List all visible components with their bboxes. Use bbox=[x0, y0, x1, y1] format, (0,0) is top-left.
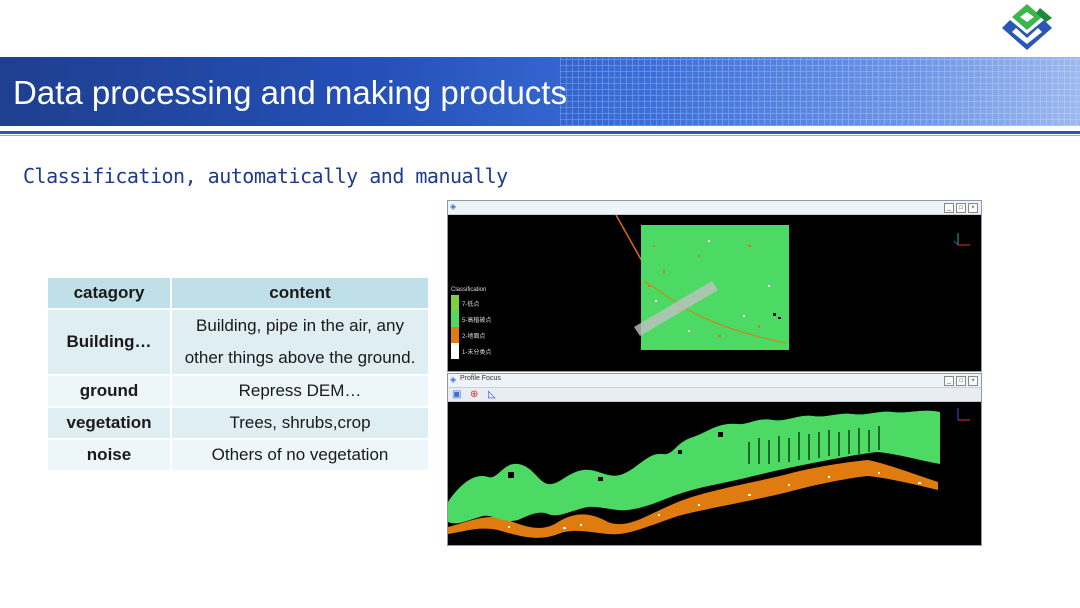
table-header-row: catagory content bbox=[48, 278, 428, 308]
cell-content: Repress DEM… bbox=[172, 376, 428, 406]
table-row: Building… Building, pipe in the air, any… bbox=[48, 310, 428, 374]
app-icon: ◈ bbox=[450, 375, 457, 384]
legend-swatch bbox=[451, 311, 459, 327]
close-button[interactable]: × bbox=[968, 376, 978, 386]
table-row: vegetation Trees, shrubs,crop bbox=[48, 408, 428, 438]
close-button[interactable]: × bbox=[968, 203, 978, 213]
plan-view-canvas[interactable] bbox=[448, 215, 981, 371]
header-content: content bbox=[172, 278, 428, 308]
legend-item: 1-未分类点 bbox=[451, 343, 491, 359]
classification-table: catagory content Building… Building, pip… bbox=[46, 276, 430, 472]
legend-item: 5-高植被点 bbox=[451, 311, 491, 327]
ruler-icon[interactable]: ◺ bbox=[488, 389, 496, 400]
legend-label: 1-未分类点 bbox=[462, 349, 492, 356]
cell-category: ground bbox=[48, 376, 170, 406]
divider-line-thin bbox=[0, 135, 1080, 136]
table-row: noise Others of no vegetation bbox=[48, 440, 428, 470]
header-category: catagory bbox=[48, 278, 170, 308]
divider-line bbox=[0, 131, 1080, 134]
profile-view-window[interactable]: ◈ Profile Focus _ □ × ▣ ⊕ ◺ bbox=[447, 373, 982, 546]
plan-view-titlebar[interactable]: ◈ _ □ × bbox=[448, 201, 981, 215]
title-banner: Data processing and making products bbox=[0, 57, 1080, 126]
maximize-button[interactable]: □ bbox=[956, 203, 966, 213]
slide-title: Data processing and making products bbox=[13, 74, 567, 111]
cell-category: noise bbox=[48, 440, 170, 470]
legend-title: Classification bbox=[451, 287, 487, 293]
profile-view-titlebar[interactable]: ◈ Profile Focus _ □ × bbox=[448, 374, 981, 388]
app-icon: ◈ bbox=[450, 202, 457, 211]
profile-view-canvas[interactable] bbox=[448, 402, 981, 545]
cell-content: Trees, shrubs,crop bbox=[172, 408, 428, 438]
cell-content: Others of no vegetation bbox=[172, 440, 428, 470]
minimize-button[interactable]: _ bbox=[944, 203, 954, 213]
legend-swatch bbox=[451, 295, 459, 311]
plan-view-window[interactable]: ◈ _ □ × Classification 7-低点 5-高植被点 2-地面点… bbox=[447, 200, 982, 372]
crosshair-icon[interactable]: ⊕ bbox=[470, 389, 478, 400]
table-row: ground Repress DEM… bbox=[48, 376, 428, 406]
legend-label: 7-低点 bbox=[462, 301, 480, 308]
legend-swatch bbox=[451, 343, 459, 359]
slide-subtitle: Classification, automatically and manual… bbox=[23, 164, 508, 188]
profile-toolbar: ▣ ⊕ ◺ bbox=[448, 388, 981, 402]
legend-label: 5-高植被点 bbox=[462, 317, 492, 324]
cell-content-line: Building, pipe in the air, any bbox=[196, 316, 404, 335]
cell-content: Building, pipe in the air, any other thi… bbox=[172, 310, 428, 374]
maximize-button[interactable]: □ bbox=[956, 376, 966, 386]
legend-item: 7-低点 bbox=[451, 295, 491, 311]
profile-view-title: Profile Focus bbox=[460, 375, 501, 382]
minimize-button[interactable]: _ bbox=[944, 376, 954, 386]
legend-label: 2-地面点 bbox=[462, 333, 486, 340]
legend-item: 2-地面点 bbox=[451, 327, 491, 343]
save-icon[interactable]: ▣ bbox=[452, 389, 461, 400]
classification-legend: Classification 7-低点 5-高植被点 2-地面点 1-未分类点 bbox=[451, 287, 491, 359]
cell-category: vegetation bbox=[48, 408, 170, 438]
legend-swatch bbox=[451, 327, 459, 343]
cell-content-line: other things above the ground. bbox=[184, 348, 416, 367]
company-logo-icon bbox=[1002, 4, 1052, 50]
banner-pattern bbox=[560, 57, 1080, 126]
cell-category: Building… bbox=[48, 310, 170, 374]
